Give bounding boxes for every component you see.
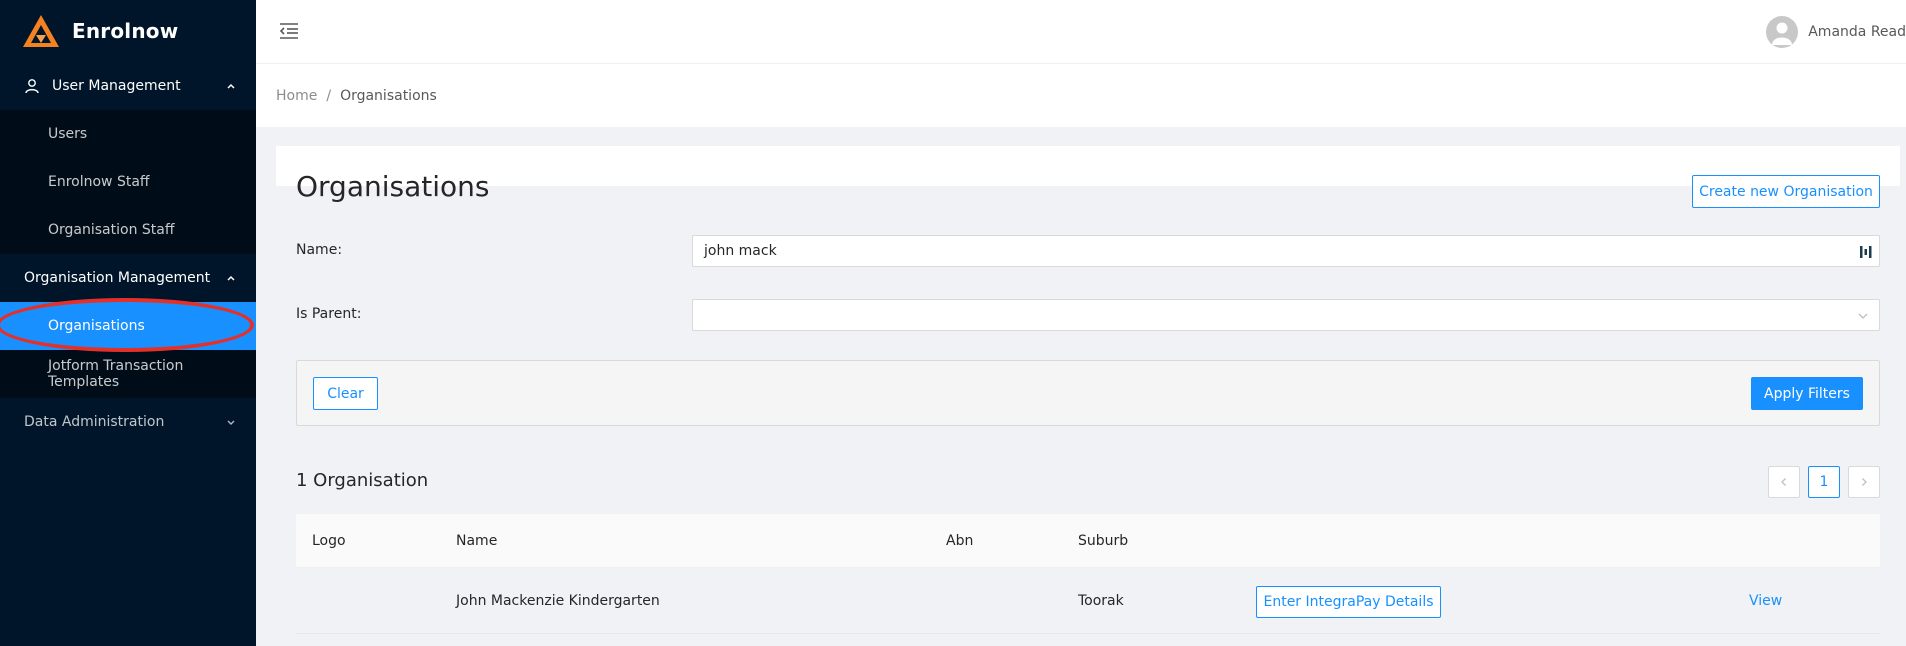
is-parent-filter-label: Is Parent: [296, 306, 362, 322]
password-manager-icon[interactable] [1859, 244, 1873, 260]
sidebar-item-users[interactable]: Users [0, 110, 256, 158]
results-count: 1 Organisation [296, 470, 429, 491]
menu-group-label: Organisation Management [24, 270, 211, 286]
pagination-next-button[interactable] [1848, 466, 1880, 498]
user-name: Amanda Read [1808, 24, 1906, 40]
chevron-down-icon [227, 420, 235, 425]
filter-actions-bar: Clear Apply Filters [296, 360, 1880, 426]
top-header: Amanda Read [256, 0, 1906, 64]
sidebar-item-organisation-staff[interactable]: Organisation Staff [0, 206, 256, 254]
sidebar-item-organisations[interactable]: Organisations [0, 302, 256, 350]
chevron-down-icon [1858, 313, 1868, 319]
name-filter-label: Name: [296, 242, 343, 258]
chevron-right-icon [1862, 478, 1867, 486]
brand-name: Enrolnow [72, 19, 179, 43]
view-link[interactable]: View [1749, 568, 1782, 633]
menu-group-label: User Management [52, 78, 181, 94]
column-header-logo: Logo [312, 532, 346, 549]
organisations-table: Logo Name Abn Suburb John Mackenzie Kind… [296, 514, 1880, 634]
create-organisation-button[interactable]: Create new Organisation [1692, 175, 1880, 208]
name-filter-input[interactable]: john mack [692, 235, 1880, 267]
name-filter-value: john mack [704, 243, 777, 259]
table-row: John Mackenzie Kindergarten Toorak Enter… [296, 568, 1880, 634]
submenu-user-management: Users Enrolnow Staff Organisation Staff [0, 110, 256, 254]
menu-group-organisation-management[interactable]: Organisation Management [0, 254, 256, 302]
sidebar: Enrolnow User Management Users Enrolnow … [0, 0, 256, 646]
enrolnow-logo-icon [23, 15, 59, 47]
chevron-up-icon [227, 275, 235, 281]
sidebar-item-jotform-transaction-templates[interactable]: Jotform Transaction Templates [0, 350, 256, 398]
clear-filters-button[interactable]: Clear [313, 377, 378, 410]
sidebar-item-enrolnow-staff[interactable]: Enrolnow Staff [0, 158, 256, 206]
avatar [1766, 16, 1799, 48]
content-card-top [276, 146, 1900, 186]
breadcrumb: Home / Organisations [256, 64, 1906, 127]
row-suburb: Toorak [1078, 592, 1124, 609]
column-header-suburb: Suburb [1078, 532, 1129, 549]
chevron-up-icon [227, 83, 235, 89]
table-header: Logo Name Abn Suburb [296, 514, 1880, 568]
submenu-organisation-management: Organisations Jotform Transaction Templa… [0, 302, 256, 398]
column-header-abn: Abn [946, 532, 974, 549]
apply-filters-button[interactable]: Apply Filters [1751, 377, 1863, 410]
breadcrumb-current: Organisations [340, 87, 437, 104]
page-title: Organisations [296, 170, 490, 203]
menu-fold-icon[interactable] [278, 20, 300, 42]
menu-group-user-management[interactable]: User Management [0, 62, 256, 110]
pagination-prev-button[interactable] [1768, 466, 1800, 498]
brand[interactable]: Enrolnow [0, 0, 256, 62]
user-avatar-icon [1772, 22, 1793, 45]
menu-group-data-administration[interactable]: Data Administration [0, 398, 256, 446]
menu-group-label: Data Administration [24, 414, 165, 430]
enter-integrapay-details-button[interactable]: Enter IntegraPay Details [1256, 586, 1441, 618]
breadcrumb-home[interactable]: Home [276, 88, 317, 104]
row-name: John Mackenzie Kindergarten [456, 592, 660, 609]
breadcrumb-separator: / [326, 87, 332, 104]
is-parent-select[interactable] [692, 299, 1880, 331]
column-header-name: Name [456, 532, 498, 549]
chevron-left-icon [1781, 478, 1786, 486]
user-menu[interactable]: Amanda Read [1766, 16, 1906, 48]
pagination-page-1[interactable]: 1 [1808, 466, 1840, 498]
user-icon [25, 79, 39, 94]
